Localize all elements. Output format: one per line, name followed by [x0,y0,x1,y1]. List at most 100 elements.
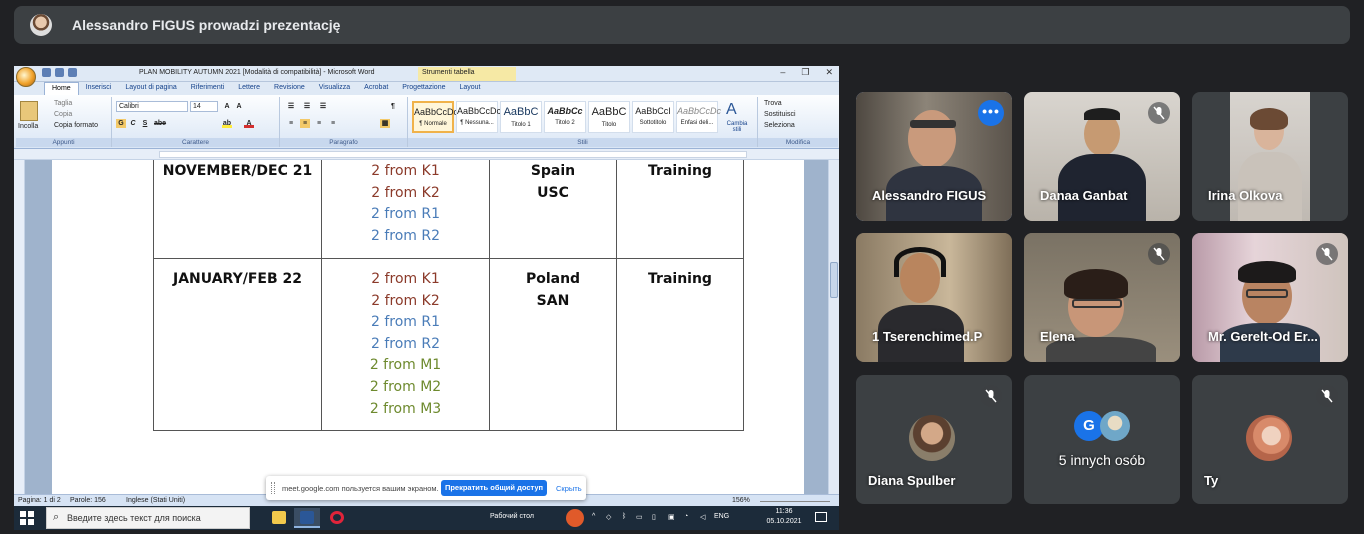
maximize-icon[interactable]: ❐ [801,67,809,78]
font-color-icon[interactable]: A [244,119,254,128]
tray-chevron-icon[interactable]: ^ [592,513,595,520]
paste-button[interactable]: Incolla [18,123,38,130]
language-indicator[interactable]: Inglese (Stati Uniti) [126,497,185,504]
table-row[interactable]: NOVEMBER/DEC 21 2 from K1 2 from K2 2 from … [153,160,744,259]
mobility-plan-table[interactable]: NOVEMBER/DEC 21 2 from K1 2 from K2 2 from … [153,160,744,431]
undo-icon[interactable] [55,68,64,77]
participant-tile[interactable]: Ty [1192,375,1348,504]
participant-tile[interactable]: Alessandro FIGUS ••• [856,92,1012,221]
tray-lang-indicator[interactable]: ENG [714,513,729,520]
underline-icon[interactable]: S [140,119,150,128]
replace-button[interactable]: Sostituisci [764,111,796,118]
redo-icon[interactable] [68,68,77,77]
taskbar-word[interactable] [294,508,320,528]
participant-tile[interactable]: Elena [1024,233,1180,362]
vertical-scrollbar[interactable] [828,160,839,494]
change-styles-icon[interactable]: A [726,101,737,119]
save-icon[interactable] [42,68,51,77]
highlight-icon[interactable]: ab [222,119,232,128]
destination-cell[interactable]: Spain USC [489,160,617,259]
tray-volume-icon[interactable]: ◁ [700,513,705,521]
find-button[interactable]: Trova [764,100,782,107]
participant-tile[interactable]: Irina Olkova [1192,92,1348,221]
format-painter-button[interactable]: Copia formato [54,122,98,129]
more-options-icon[interactable]: ••• [978,100,1004,126]
style-no-spacing[interactable]: AaBbCcDc ¶ Nessuna... [456,101,501,133]
close-icon[interactable]: ✕ [825,67,833,78]
participant-tile[interactable]: Diana Spulber [856,375,1012,504]
ribbon-tab-home[interactable]: Home [44,82,79,95]
style-title[interactable]: AaBbC Titolo [588,101,630,133]
grow-font-icon[interactable]: A [222,102,232,111]
activity-cell[interactable]: Training [616,160,744,259]
change-styles-button[interactable]: Cambia stili [722,121,752,133]
italic-icon[interactable]: C [128,119,138,128]
tray-display-icon[interactable]: ▣ [668,513,675,521]
style-normal[interactable]: AaBbCcDc ¶ Normale [412,101,458,133]
ribbon-tab-layout[interactable]: Layout [452,82,487,95]
style-subtle-emphasis[interactable]: AaBbCcDc Enfasi deli... [676,101,721,133]
page-count[interactable]: Pagina: 1 di 2 [18,497,61,504]
others-tile[interactable]: G 5 innych osób [1024,375,1180,504]
font-name-select[interactable]: Calibri [116,101,188,112]
participant-tile[interactable]: Mr. Gerelt-Od Er... [1192,233,1348,362]
copy-button[interactable]: Copia [54,111,72,118]
taskbar-file-explorer[interactable] [266,508,292,528]
ribbon-tab-mailings[interactable]: Lettere [231,82,267,95]
activity-cell[interactable]: Training [616,258,744,431]
desktop-toolbar-label[interactable]: Рабочий стол [490,513,534,520]
select-button[interactable]: Seleziona [764,122,795,129]
ribbon-tab-view[interactable]: Visualizza [312,82,357,95]
style-heading-1[interactable]: AaBbC Titolo 1 [500,101,542,133]
ribbon-tab-insert[interactable]: Inserisci [79,82,119,95]
show-marks-icon[interactable]: ¶ [388,102,398,111]
hide-notice-link[interactable]: Скрыть [556,484,582,493]
tray-bluetooth-icon[interactable]: ᛒ [622,513,626,520]
align-left-icon[interactable]: ≡ [286,119,296,128]
align-center-icon[interactable]: ≡ [300,119,310,128]
align-right-icon[interactable]: ≡ [314,119,324,128]
destination-cell[interactable]: Poland SAN [489,258,617,431]
table-row[interactable]: JANUARY/FEB 22 2 from K1 2 from K2 2 from R… [153,258,744,431]
taskbar-clock[interactable]: 11:36 05.10.2021 [759,507,809,527]
participant-tile[interactable]: 1 Tserenchimed.P [856,233,1012,362]
tray-battery-icon[interactable]: ▯ [652,513,656,521]
participants-cell[interactable]: 2 from K1 2 from K2 2 from R1 2 from R2 [321,160,490,259]
word-count[interactable]: Parole: 156 [70,497,106,504]
shrink-font-icon[interactable]: A [234,102,244,111]
participant-tile[interactable]: Danaa Ganbat [1024,92,1180,221]
paste-icon[interactable] [20,101,38,121]
notifications-icon[interactable] [815,512,827,522]
period-cell[interactable]: JANUARY/FEB 22 [153,258,322,431]
windows-start-icon[interactable] [20,511,34,525]
office-button[interactable] [16,67,36,87]
period-cell[interactable]: NOVEMBER/DEC 21 [153,160,322,259]
justify-icon[interactable]: ≡ [328,119,338,128]
zoom-level[interactable]: 156% [732,497,750,504]
drag-handle-icon[interactable] [271,482,275,494]
tray-network-icon[interactable]: ▭ [636,513,643,521]
cut-button[interactable]: Taglia [54,100,72,107]
tray-dropbox-icon[interactable]: ◇ [606,513,611,521]
ribbon-tab-acrobat[interactable]: Acrobat [357,82,395,95]
strikethrough-icon[interactable]: abe [154,119,166,128]
tray-wifi-icon[interactable]: ◔ [684,513,688,520]
stop-sharing-button[interactable]: Прекратить общий доступ [441,480,547,496]
font-size-select[interactable]: 14 [190,101,218,112]
tray-app-icon[interactable] [566,509,584,527]
multilevel-list-icon[interactable]: ☰ [318,102,328,111]
document-page[interactable]: NOVEMBER/DEC 21 2 from K1 2 from K2 2 from … [52,160,804,494]
bullets-icon[interactable]: ☰ [286,102,296,111]
scrollbar-thumb[interactable] [830,262,838,298]
bold-icon[interactable]: G [116,119,126,128]
ribbon-tab-review[interactable]: Revisione [267,82,312,95]
style-heading-2[interactable]: AaBbCc Titolo 2 [544,101,586,133]
taskbar-search-box[interactable]: ⌕ Введите здесь текст для поиска [46,507,250,529]
ribbon-tab-page-layout[interactable]: Layout di pagina [118,82,183,95]
ribbon-tab-references[interactable]: Riferimenti [184,82,231,95]
minimize-icon[interactable]: – [780,67,785,78]
ribbon-tab-design[interactable]: Progettazione [395,82,452,95]
taskbar-opera[interactable] [324,508,350,528]
participants-cell[interactable]: 2 from K1 2 from K2 2 from R1 2 from R2 2 fr… [321,258,490,431]
borders-icon[interactable]: ▦ [380,119,390,128]
